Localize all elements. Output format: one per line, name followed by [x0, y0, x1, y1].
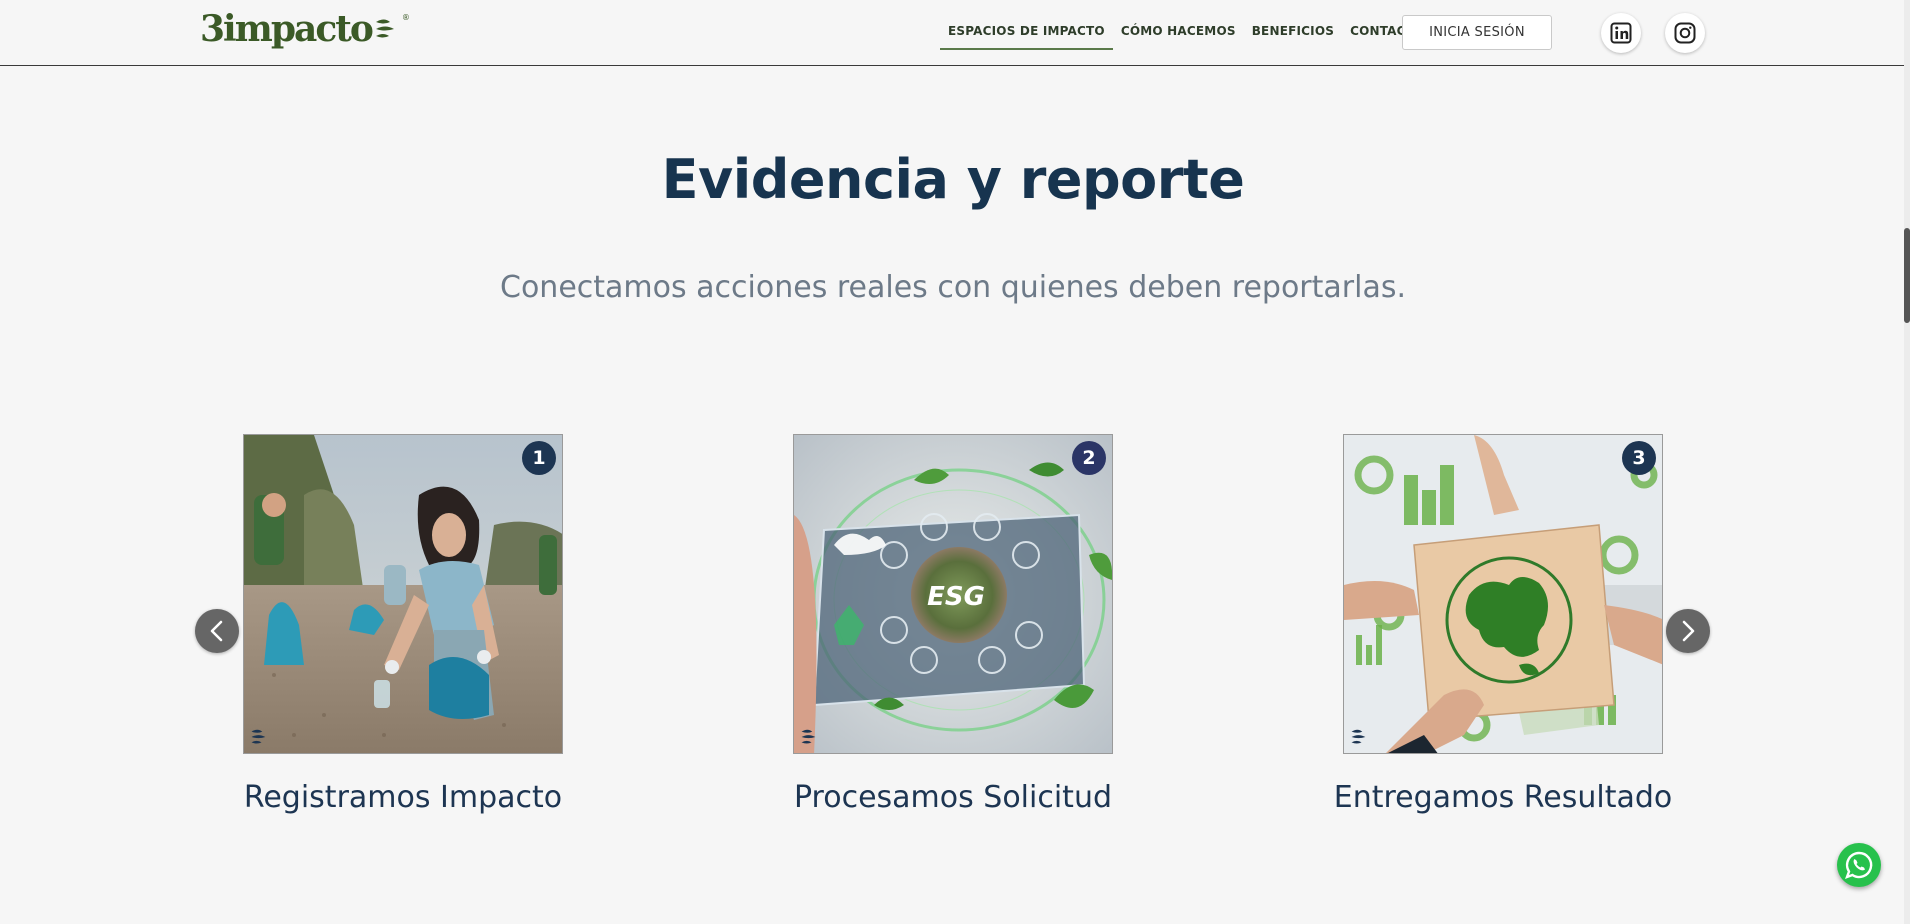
instagram-icon [1674, 22, 1696, 44]
linkedin-button[interactable] [1601, 13, 1641, 53]
nav-como-hacemos[interactable]: CÓMO HACEMOS [1113, 0, 1244, 48]
main-nav: ESPACIOS DE IMPACTO CÓMO HACEMOS BENEFIC… [940, 0, 1432, 50]
instagram-button[interactable] [1665, 13, 1705, 53]
esg-tablet-hologram-image: ESG 2 [793, 434, 1113, 754]
volunteers-cleaning-beach-image: 1 [243, 434, 563, 754]
logo[interactable]: 3impacto ® [200, 8, 410, 50]
scrollbar-thumb[interactable] [1904, 228, 1910, 323]
hands-holding-globe-puzzle-image: 3 [1343, 434, 1663, 754]
logo-leaf-icon [375, 19, 394, 38]
nav-espacios-de-impacto[interactable]: ESPACIOS DE IMPACTO [940, 0, 1113, 50]
section-subtitle: Conectamos acciones reales con quienes d… [500, 270, 1406, 305]
whatsapp-button[interactable] [1837, 843, 1881, 887]
chevron-left-icon [210, 620, 223, 642]
step-number-badge: 1 [522, 441, 556, 475]
step-number-badge: 2 [1072, 441, 1106, 475]
nav-beneficios[interactable]: BENEFICIOS [1244, 0, 1342, 48]
page-scrollbar[interactable] [1904, 0, 1910, 924]
chevron-right-icon [1682, 620, 1695, 642]
linkedin-icon [1610, 22, 1632, 44]
step-card-3: 3 Entregamos Resultado [1334, 434, 1672, 815]
logo-registered-mark: ® [401, 12, 410, 22]
section-title: Evidencia y reporte [661, 148, 1245, 211]
logo-wordmark: 3impacto [200, 8, 374, 50]
step-card-1: 1 Registramos Impacto [243, 434, 563, 815]
carousel-next-button[interactable] [1666, 609, 1710, 653]
step-number-badge: 3 [1622, 441, 1656, 475]
login-button[interactable]: INICIA SESIÓN [1402, 15, 1552, 50]
carousel-prev-button[interactable] [195, 609, 239, 653]
step-title: Registramos Impacto [243, 780, 563, 815]
brand-leaf-icon [1351, 729, 1366, 744]
brand-leaf-icon [251, 729, 266, 744]
site-header: 3impacto ® ESPACIOS DE IMPACTO CÓMO HACE… [0, 0, 1910, 66]
step-title: Procesamos Solicitud [793, 780, 1113, 815]
step-title: Entregamos Resultado [1333, 780, 1673, 815]
whatsapp-icon [1844, 851, 1873, 880]
step-card-2: ESG 2 Procesamos Solicitud [793, 434, 1113, 815]
esg-label: ESG [927, 582, 985, 612]
brand-leaf-icon [801, 729, 816, 744]
